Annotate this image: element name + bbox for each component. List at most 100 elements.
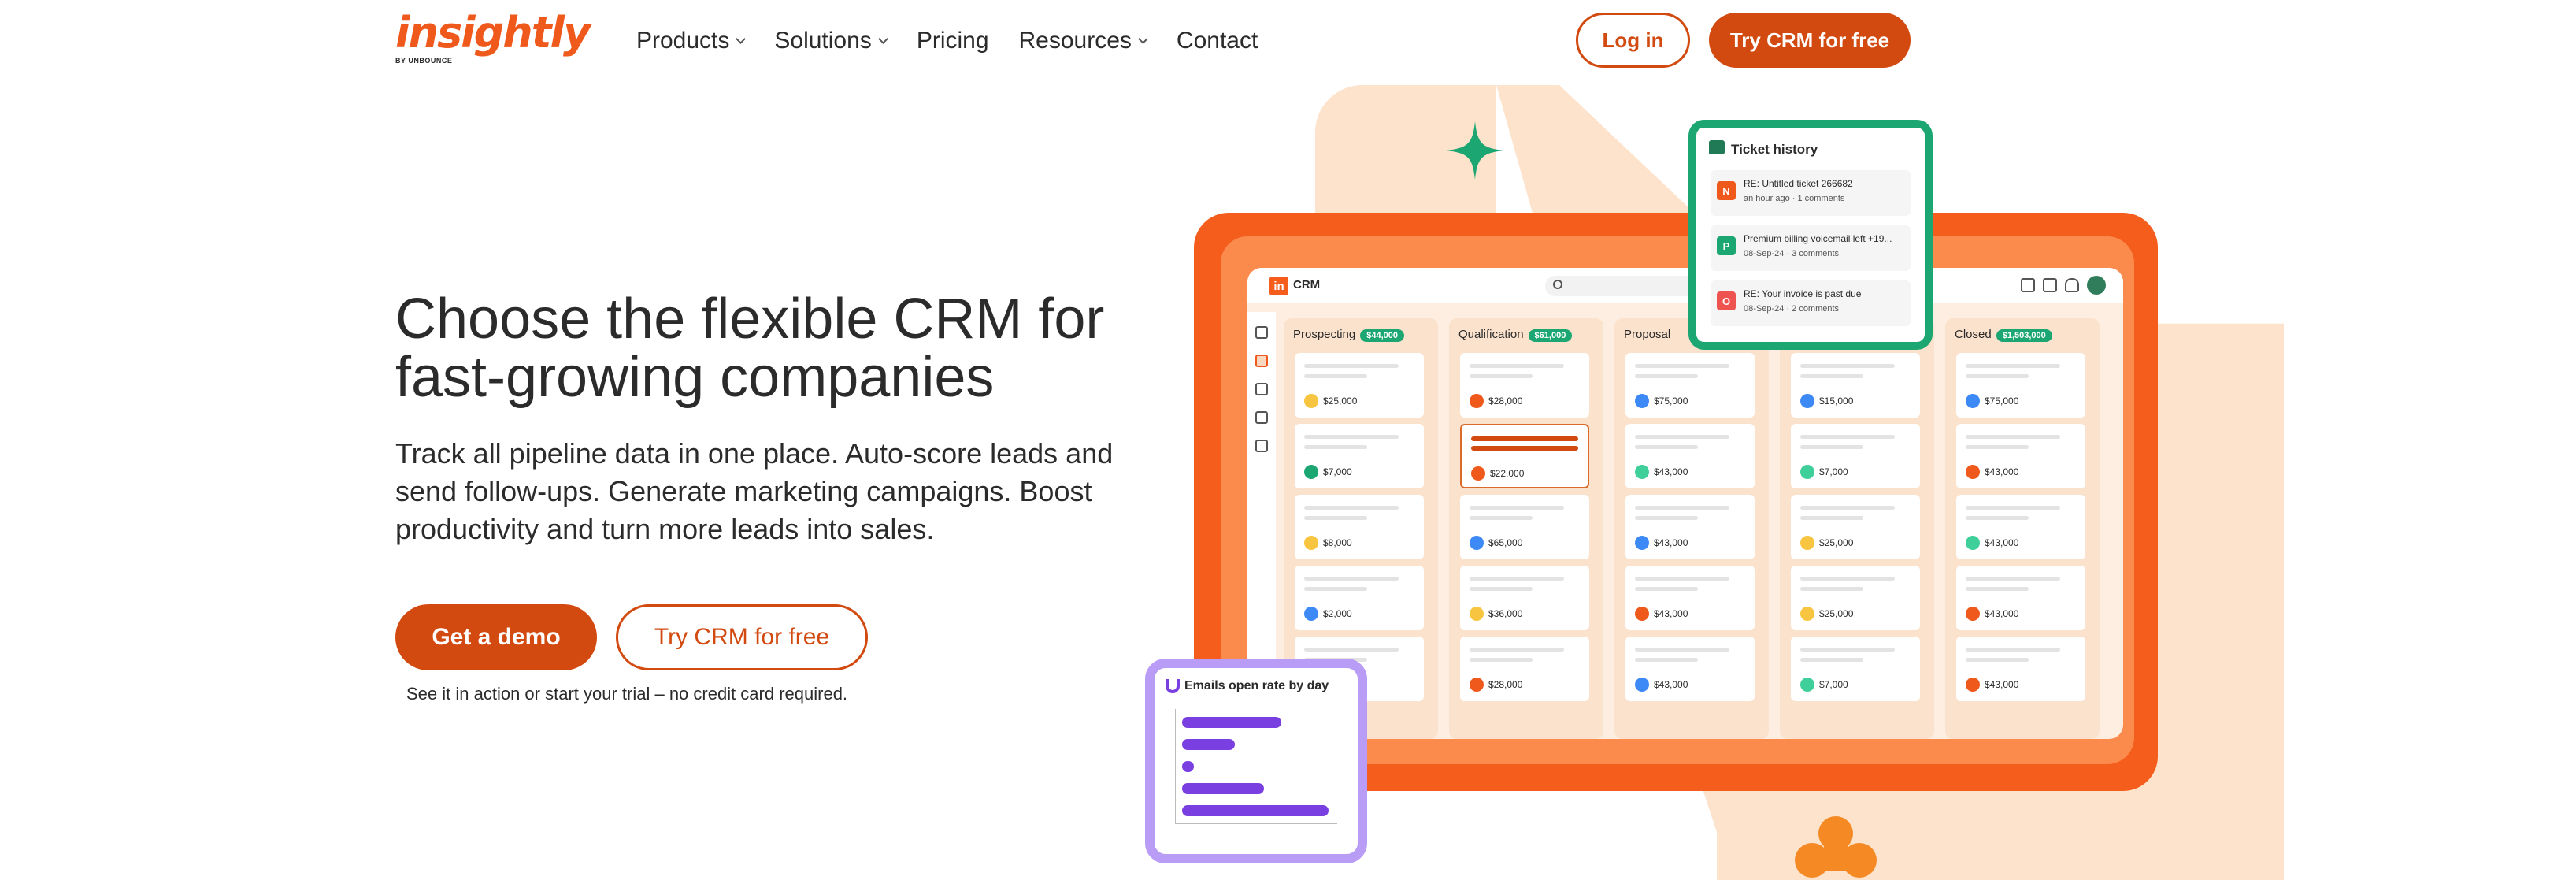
deal-card[interactable]: $25,000: [1791, 566, 1920, 630]
placeholder-line: [1470, 364, 1564, 368]
email-rate-bar: [1182, 761, 1194, 772]
emails-open-rate-card: Emails open rate by day: [1145, 659, 1367, 863]
deal-amount: $43,000: [1654, 608, 1688, 619]
placeholder-line: [1471, 446, 1578, 451]
ticket-item[interactable]: P Premium billing voicemail left +19... …: [1711, 225, 1911, 271]
placeholder-line: [1800, 364, 1895, 368]
deal-card[interactable]: $7,000: [1791, 637, 1920, 701]
email-rate-bar: [1182, 805, 1329, 816]
placeholder-line: [1966, 648, 2060, 652]
ticket-meta: 08-Sep-24 · 2 comments: [1744, 304, 1840, 314]
deal-card[interactable]: $75,000: [1956, 353, 2085, 418]
deal-card[interactable]: $7,000: [1295, 424, 1424, 488]
emails-bar-chart: [1175, 709, 1337, 824]
nav-contact[interactable]: Contact: [1177, 28, 1258, 54]
login-button[interactable]: Log in: [1576, 13, 1690, 68]
nav-products[interactable]: Products: [636, 28, 747, 54]
deal-card[interactable]: $15,000: [1791, 353, 1920, 418]
chart-icon[interactable]: [1255, 383, 1268, 395]
column-total-badge: $44,000: [1360, 329, 1404, 342]
deal-card[interactable]: $25,000: [1295, 353, 1424, 418]
hero-title: Choose the flexible CRM for fast-growing…: [395, 288, 1105, 409]
placeholder-line: [1800, 506, 1895, 510]
nav-products-label: Products: [636, 28, 730, 54]
dashboard-icon[interactable]: [1255, 355, 1268, 367]
column-title: Prospecting: [1293, 328, 1356, 341]
owner-dot: [1800, 465, 1814, 479]
column-title: Closed: [1955, 328, 1992, 341]
column-title: Qualification: [1458, 328, 1524, 341]
deal-card[interactable]: $28,000: [1460, 353, 1589, 418]
deal-card[interactable]: $22,000: [1460, 424, 1589, 488]
owner-dot: [1635, 394, 1649, 408]
deal-amount: $7,000: [1323, 466, 1352, 477]
column-header: Proposal: [1624, 328, 1670, 341]
owner-dot: [1304, 607, 1318, 621]
deal-card[interactable]: $7,000: [1791, 424, 1920, 488]
deal-card[interactable]: $43,000: [1625, 637, 1755, 701]
deal-card[interactable]: $43,000: [1625, 495, 1755, 559]
nav-contact-label: Contact: [1176, 28, 1258, 54]
deal-card[interactable]: $43,000: [1956, 637, 2085, 701]
owner-dot: [1470, 678, 1484, 692]
owner-dot: [1800, 678, 1814, 692]
main-nav: Products Solutions Pricing Resources Con…: [636, 24, 1258, 58]
placeholder-line: [1966, 587, 2029, 591]
avatar[interactable]: [2087, 276, 2106, 295]
deal-amount: $25,000: [1819, 608, 1854, 619]
placeholder-line: [1471, 436, 1578, 441]
placeholder-line: [1304, 516, 1367, 520]
ticket-item[interactable]: N RE: Untitled ticket 266682 an hour ago…: [1711, 170, 1911, 216]
deal-card[interactable]: $43,000: [1625, 424, 1755, 488]
placeholder-line: [1470, 648, 1564, 652]
column-header: Closed $1,503,000: [1955, 328, 2052, 342]
add-icon[interactable]: [2021, 278, 2035, 292]
placeholder-line: [1966, 364, 2060, 368]
deal-amount: $7,000: [1819, 679, 1848, 690]
owner-dot: [1471, 466, 1485, 481]
deal-card[interactable]: $75,000: [1625, 353, 1755, 418]
deal-card[interactable]: $25,000: [1791, 495, 1920, 559]
try-crm-header-button[interactable]: Try CRM for free: [1709, 13, 1911, 68]
pipeline-column: Closed $1,503,000 $75,000 $43,000 $43,000 $43…: [1945, 318, 2100, 739]
list-icon[interactable]: [1255, 411, 1268, 424]
deal-card[interactable]: $43,000: [1625, 566, 1755, 630]
deal-card[interactable]: $36,000: [1460, 566, 1589, 630]
owner-dot: [1470, 536, 1484, 550]
chat-icon: [1709, 140, 1725, 154]
chevron-down-icon: [1138, 33, 1148, 44]
placeholder-line: [1304, 648, 1399, 652]
owner-dot: [1304, 465, 1318, 479]
deal-amount: $43,000: [1654, 466, 1688, 477]
deal-card[interactable]: $65,000: [1460, 495, 1589, 559]
magnet-icon: [1166, 679, 1180, 693]
deal-card[interactable]: $8,000: [1295, 495, 1424, 559]
crm-toolbar-icons: [2021, 276, 2106, 295]
placeholder-line: [1800, 658, 1863, 662]
placeholder-line: [1304, 506, 1399, 510]
deal-card[interactable]: $28,000: [1460, 637, 1589, 701]
deal-card[interactable]: $43,000: [1956, 424, 2085, 488]
calendar-icon[interactable]: [1255, 440, 1268, 452]
owner-dot: [1966, 678, 1980, 692]
email-rate-bar: [1182, 739, 1235, 750]
ticket-history-card: Ticket history N RE: Untitled ticket 266…: [1688, 120, 1933, 350]
owner-dot: [1635, 465, 1649, 479]
get-demo-button[interactable]: Get a demo: [395, 604, 597, 670]
try-crm-hero-button[interactable]: Try CRM for free: [616, 604, 868, 670]
emails-widget-title: Emails open rate by day: [1184, 679, 1329, 692]
insightly-logo[interactable]: insightly BY UNBOUNCE: [395, 11, 591, 71]
nav-resources[interactable]: Resources: [1019, 28, 1148, 54]
placeholder-line: [1966, 506, 2060, 510]
search-icon: [1553, 280, 1562, 289]
home-icon[interactable]: [1255, 326, 1268, 339]
deal-card[interactable]: $43,000: [1956, 495, 2085, 559]
nav-solutions[interactable]: Solutions: [774, 28, 888, 54]
ticket-item[interactable]: O RE: Your invoice is past due 08-Sep-24…: [1711, 280, 1911, 326]
apps-grid-icon[interactable]: [2043, 278, 2057, 292]
deal-card[interactable]: $43,000: [1956, 566, 2085, 630]
placeholder-line: [1304, 374, 1367, 378]
nav-pricing[interactable]: Pricing: [917, 28, 989, 54]
bell-icon[interactable]: [2065, 278, 2079, 292]
deal-card[interactable]: $2,000: [1295, 566, 1424, 630]
